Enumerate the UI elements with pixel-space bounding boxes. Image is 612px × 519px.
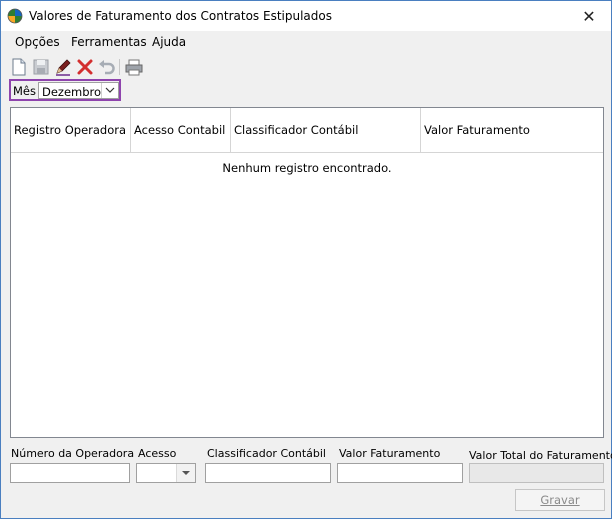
toolbar xyxy=(1,55,611,79)
column-classificador-contabil[interactable]: Classificador Contábil xyxy=(231,108,421,152)
month-value: Dezembro xyxy=(42,85,102,99)
menu-ferramentas[interactable]: Ferramentas xyxy=(71,35,147,49)
title-bar: Valores de Faturamento dos Contratos Est… xyxy=(1,1,611,31)
total-label: Valor Total do Faturamento xyxy=(469,449,612,462)
classifier-label: Classificador Contábil xyxy=(207,447,326,460)
column-label: Classificador Contábil xyxy=(234,123,359,137)
menu-opcoes[interactable]: Opções xyxy=(15,35,60,49)
billing-value-label: Valor Faturamento xyxy=(339,447,441,460)
column-label: Acesso Contabil xyxy=(134,123,226,137)
chevron-down-icon[interactable] xyxy=(101,83,118,98)
classifier-field[interactable] xyxy=(205,463,331,483)
access-combo[interactable] xyxy=(136,463,196,483)
menu-ajuda[interactable]: Ajuda xyxy=(152,35,186,49)
month-filter: Mês Dezembro xyxy=(9,79,121,101)
print-icon[interactable] xyxy=(125,58,143,76)
close-icon: ✕ xyxy=(582,6,596,26)
new-document-icon[interactable] xyxy=(10,58,28,76)
save-button-label: Gravar xyxy=(540,493,580,507)
month-select[interactable]: Dezembro xyxy=(38,82,119,99)
column-label: Valor Faturamento xyxy=(424,123,530,137)
operator-number-label: Número da Operadora xyxy=(11,447,135,460)
records-grid[interactable]: Registro Operadora Acesso Contabil Class… xyxy=(10,107,604,438)
save-button[interactable]: Gravar xyxy=(515,489,605,511)
billing-value-field[interactable] xyxy=(337,463,463,483)
grid-header: Registro Operadora Acesso Contabil Class… xyxy=(11,108,603,153)
app-globe-icon xyxy=(7,8,23,24)
access-label: Acesso xyxy=(138,447,177,460)
undo-icon[interactable] xyxy=(98,58,116,76)
operator-number-field[interactable] xyxy=(10,463,130,483)
delete-x-icon[interactable] xyxy=(76,58,94,76)
edit-pencil-icon[interactable] xyxy=(54,58,72,76)
app-window: Valores de Faturamento dos Contratos Est… xyxy=(0,0,612,519)
save-disk-icon[interactable] xyxy=(32,58,50,76)
menu-bar: Opções Ferramentas Ajuda xyxy=(1,31,611,53)
column-label: Registro Operadora xyxy=(14,123,127,137)
column-registro-operadora[interactable]: Registro Operadora xyxy=(11,108,131,152)
column-valor-faturamento[interactable]: Valor Faturamento xyxy=(421,108,603,152)
month-label: Mês xyxy=(13,84,36,98)
toolbar-separator xyxy=(119,59,120,75)
dropdown-arrow-icon[interactable] xyxy=(176,464,195,482)
close-button[interactable]: ✕ xyxy=(567,1,611,31)
column-acesso-contabil[interactable]: Acesso Contabil xyxy=(131,108,231,152)
total-field xyxy=(469,463,604,483)
window-title: Valores de Faturamento dos Contratos Est… xyxy=(29,9,332,23)
empty-message: Nenhum registro encontrado. xyxy=(222,161,392,175)
